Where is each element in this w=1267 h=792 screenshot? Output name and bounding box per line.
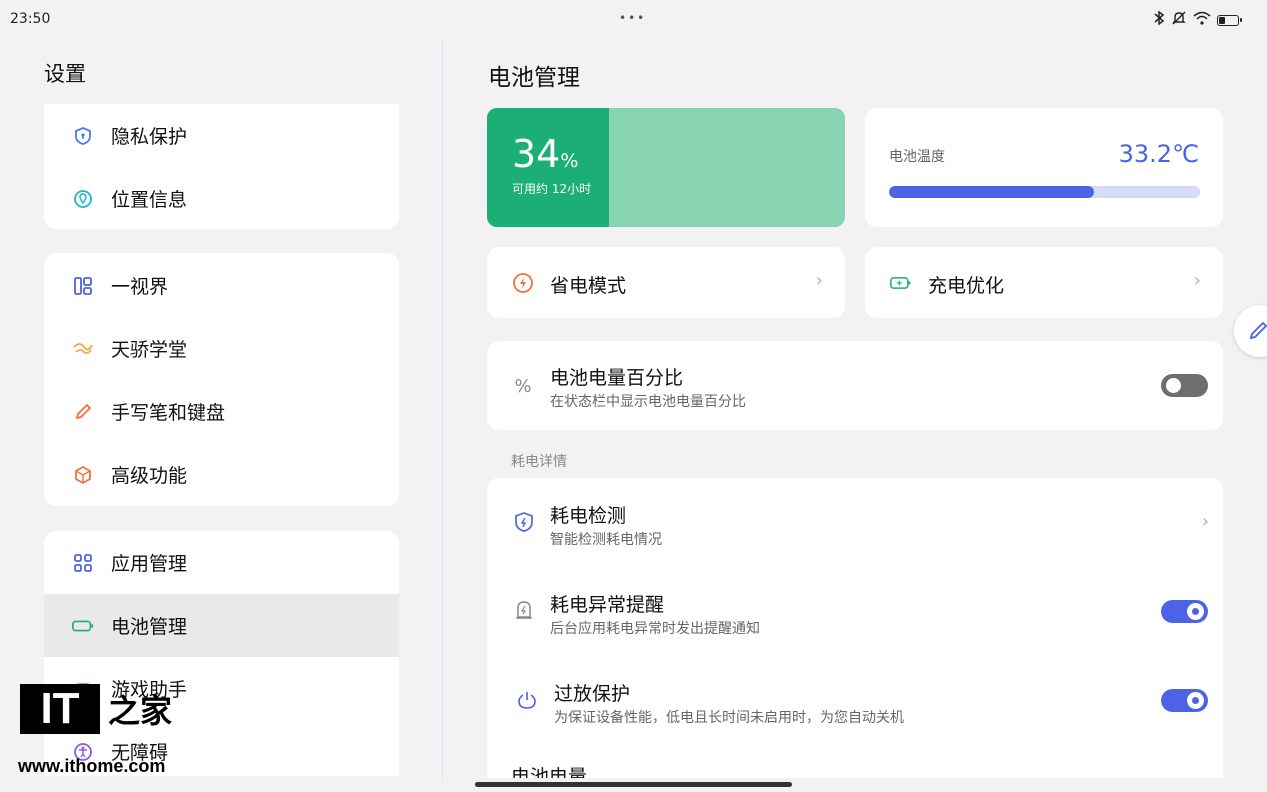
power-icon <box>516 689 538 711</box>
abnormal-consumption-subtitle: 后台应用耗电异常时发出提醒通知 <box>550 621 760 637</box>
consumption-detection-icon <box>513 511 535 533</box>
status-icons <box>1153 10 1242 30</box>
home-indicator[interactable] <box>475 782 792 787</box>
sidebar-item-label: 天骄学堂 <box>111 339 188 361</box>
battery-percent: 34% <box>512 132 579 176</box>
chevron-right-icon: › <box>815 270 823 291</box>
consumption-details-card: 耗电检测 智能检测耗电情况 › 耗电异常提醒 后台应用耗电异常时发出提醒通知 过… <box>487 478 1223 778</box>
temperature-label: 电池温度 <box>889 149 945 165</box>
advanced-icon <box>72 464 94 486</box>
consumption-detection-row[interactable]: 耗电检测 智能检测耗电情况 › <box>487 478 1223 566</box>
battery-icon <box>1217 14 1242 26</box>
over-discharge-subtitle: 为保证设备性能，低电且长时间未启用时，为您自动关机 <box>554 710 904 726</box>
tianjiao-icon <box>72 338 94 360</box>
toggle-knob <box>1188 693 1203 708</box>
abnormal-consumption-row: 耗电异常提醒 后台应用耗电异常时发出提醒通知 <box>487 566 1223 655</box>
pen-icon <box>1248 319 1267 345</box>
sidebar-item-apps[interactable]: 应用管理 <box>44 531 399 594</box>
sidebar-item-pen-keyboard[interactable]: 手写笔和键盘 <box>44 380 399 443</box>
battery-icon <box>72 615 94 637</box>
battery-percentage-toggle[interactable] <box>1161 374 1208 397</box>
sidebar-group-privacy: 隐私保护 位置信息 <box>44 104 399 229</box>
battery-remaining-time: 可用约 12小时 <box>512 182 592 196</box>
battery-percentage-subtitle: 在状态栏中显示电池电量百分比 <box>550 394 746 410</box>
abnormal-consumption-toggle[interactable] <box>1161 600 1208 623</box>
watermark-logo-cn: 之家 <box>108 692 173 730</box>
apps-grid-icon <box>72 552 94 574</box>
power-saving-icon <box>512 272 534 294</box>
sidebar-item-label: 应用管理 <box>111 553 188 575</box>
battery-temperature-card: 电池温度 33.2℃ <box>865 108 1223 227</box>
toggle-knob <box>1166 378 1181 393</box>
sidebar-title: 设置 <box>44 62 86 86</box>
over-discharge-toggle[interactable] <box>1161 689 1208 712</box>
chevron-right-icon: › <box>1193 270 1201 291</box>
over-discharge-row: 过放保护 为保证设备性能，低电且长时间未启用时，为您自动关机 <box>487 655 1223 744</box>
percent-icon: % <box>514 375 532 397</box>
abnormal-alert-icon <box>513 599 535 621</box>
sidebar-item-privacy[interactable]: 隐私保护 <box>44 104 399 167</box>
charge-optimize-label: 充电优化 <box>928 275 1005 297</box>
temperature-bar-fill <box>889 186 1095 198</box>
battery-percentage-title: 电池电量百分比 <box>550 367 684 389</box>
privacy-shield-icon <box>72 125 94 147</box>
wifi-icon <box>1193 11 1211 29</box>
multitask-dots[interactable]: ••• <box>619 11 646 25</box>
toggle-knob <box>1188 604 1203 619</box>
sidebar-group-features: 一视界 天骄学堂 手写笔和键盘 高级功能 <box>44 253 399 506</box>
mute-icon <box>1171 10 1187 30</box>
sidebar-item-multi-window[interactable]: 一视界 <box>44 254 399 317</box>
battery-percentage-row: % 电池电量百分比 在状态栏中显示电池电量百分比 <box>487 341 1223 430</box>
sidebar-item-label: 电池管理 <box>111 616 188 638</box>
consumption-detection-title: 耗电检测 <box>550 505 627 527</box>
over-discharge-title: 过放保护 <box>554 683 631 705</box>
temperature-value: 33.2℃ <box>1118 140 1199 168</box>
floating-pen-button[interactable] <box>1234 305 1267 357</box>
bluetooth-icon <box>1153 10 1165 30</box>
consumption-detection-subtitle: 智能检测耗电情况 <box>550 532 662 548</box>
sidebar-item-advanced[interactable]: 高级功能 <box>44 443 399 506</box>
power-saving-mode-button[interactable]: 省电模式 › <box>487 247 845 318</box>
pen-icon <box>72 401 94 423</box>
abnormal-consumption-title: 耗电异常提醒 <box>550 594 665 616</box>
sidebar-item-label: 高级功能 <box>111 465 188 487</box>
page-title: 电池管理 <box>488 65 580 91</box>
sidebar-item-label: 手写笔和键盘 <box>111 402 226 424</box>
battery-level-card[interactable]: 34% 可用约 12小时 <box>487 108 845 227</box>
charging-icon <box>890 272 912 294</box>
power-saving-label: 省电模式 <box>550 275 627 297</box>
status-time: 23:50 <box>10 11 51 27</box>
sidebar-item-label: 位置信息 <box>111 189 188 211</box>
ithome-watermark: IT 之家 www.ithome.com <box>18 684 188 779</box>
sidebar-item-location[interactable]: 位置信息 <box>44 167 399 229</box>
sidebar-item-label: 一视界 <box>111 276 169 298</box>
pane-divider <box>442 40 443 780</box>
multi-window-icon <box>72 275 94 297</box>
watermark-logo: IT <box>20 684 100 734</box>
status-bar: 23:50 ••• <box>0 0 1267 40</box>
location-icon <box>72 188 94 210</box>
section-label-consumption: 耗电详情 <box>511 454 567 470</box>
sidebar-item-tianjiao[interactable]: 天骄学堂 <box>44 317 399 380</box>
charge-optimize-button[interactable]: 充电优化 › <box>865 247 1223 318</box>
watermark-url: www.ithome.com <box>18 756 166 776</box>
chevron-right-icon: › <box>1201 511 1209 532</box>
battery-level-heading: 电池电量 <box>511 766 588 778</box>
sidebar-item-battery[interactable]: 电池管理 <box>44 594 399 657</box>
temperature-bar <box>889 186 1200 198</box>
sidebar-item-label: 隐私保护 <box>111 126 188 148</box>
